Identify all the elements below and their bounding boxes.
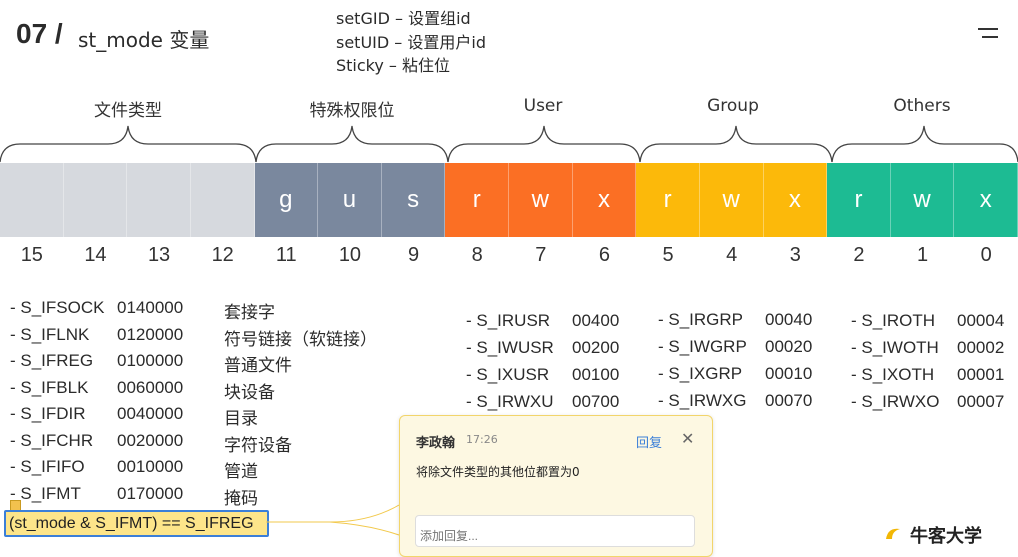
close-icon[interactable]: ✕ [681, 429, 694, 448]
comment-card: 李政翰 17:26 回复 ✕ 将除文件类型的其他位都置为0 [399, 415, 713, 557]
logo-mark-icon [886, 528, 900, 539]
brand-logo-text: 牛客大学 [910, 526, 982, 547]
reply-button[interactable]: 回复 [636, 432, 662, 451]
comment-time: 17:26 [466, 433, 498, 446]
comment-text: 将除文件类型的其他位都置为0 [416, 465, 580, 479]
reply-input[interactable] [415, 515, 695, 547]
comment-author: 李政翰 [416, 436, 456, 451]
